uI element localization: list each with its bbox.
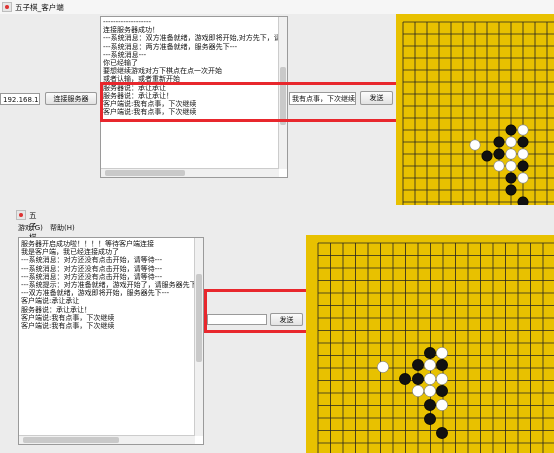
white-stone [424,359,436,371]
log-line: ------------------- [103,18,151,26]
black-stone [517,160,529,172]
log-line: 服务器说：承让承让！ [21,305,91,314]
log-line: 你已经输了 [103,59,138,67]
menu-help[interactable]: 帮助(H) [50,223,75,233]
client-connect-button[interactable]: 连接服务器 [45,92,97,105]
black-stone [436,427,448,439]
white-stone [517,172,529,184]
server-menubar: 游戏(G) 帮助(H) [18,222,318,234]
white-stone [493,160,505,172]
black-stone [412,373,424,385]
black-stone [505,184,517,196]
log-line: ---系统消息：双方准备就绪，游戏即将开始,对方先下，请等待 [103,34,288,43]
log-line: 服务器开启成功啦！！！！等待客户端连接 [21,240,154,248]
log-line: 客户端说:承让承让 [21,297,80,306]
black-stone [517,136,529,148]
black-stone [412,359,424,371]
log-line: ---系统消息：对方还没有点击开始，请等待--- [21,256,163,265]
server-gomoku-board[interactable] [306,235,554,453]
menu-game[interactable]: 游戏(G) [18,223,43,233]
log-line: ---系统消息：对方还没有点击开始，请等待--- [21,264,163,273]
black-stone [505,172,517,184]
app-icon [2,2,12,12]
black-stone [481,150,493,162]
client-title-bar: 五子棋_客户端 [0,0,554,14]
app-icon [16,210,26,220]
black-stone [424,413,436,425]
client-highlight-box [100,82,400,122]
client-window-title: 五子棋_客户端 [15,3,64,12]
log-line: 客户端说:我有点事，下次继续 [21,313,115,322]
server-highlight-box [204,289,316,333]
white-stone [517,124,529,136]
black-stone [436,359,448,371]
server-log-hscrollbar[interactable] [19,435,195,444]
white-stone [424,385,436,397]
white-stone [436,373,448,385]
white-stone [436,399,448,411]
black-stone [424,399,436,411]
black-stone [436,385,448,397]
black-stone [493,136,505,148]
white-stone [424,373,436,385]
log-line: ---系统消息：对方还没有点击开始，请等待--- [21,272,163,281]
log-line: ---系统消息--- [103,50,147,59]
log-line: 客户端说:我有点事，下次继续 [21,322,115,330]
client-gomoku-board[interactable] [396,14,554,208]
white-stone [436,347,448,359]
server-message-log[interactable]: 服务器开启成功啦！！！！等待客户端连接 我是客户端，我已经连接成功了 ---系统消息… [18,237,204,445]
black-stone [505,124,517,136]
black-stone [493,148,505,160]
white-stone [469,139,481,151]
white-stone [505,136,517,148]
client-ip-input[interactable]: 192.168.174.1 [0,93,40,105]
black-stone [399,373,411,385]
white-stone [412,385,424,397]
black-stone [424,347,436,359]
white-stone [517,148,529,160]
client-log-hscrollbar[interactable] [101,168,279,177]
server-log-vscrollbar[interactable] [194,238,203,436]
white-stone [505,160,517,172]
log-line: ---系统消息：两方准备就绪，服务器先下--- [103,42,238,51]
white-stone [377,361,389,373]
log-line: ---系统提示：对方准备就绪，游戏开始了，请服务器先下--- [21,281,204,289]
white-stone [505,148,517,160]
